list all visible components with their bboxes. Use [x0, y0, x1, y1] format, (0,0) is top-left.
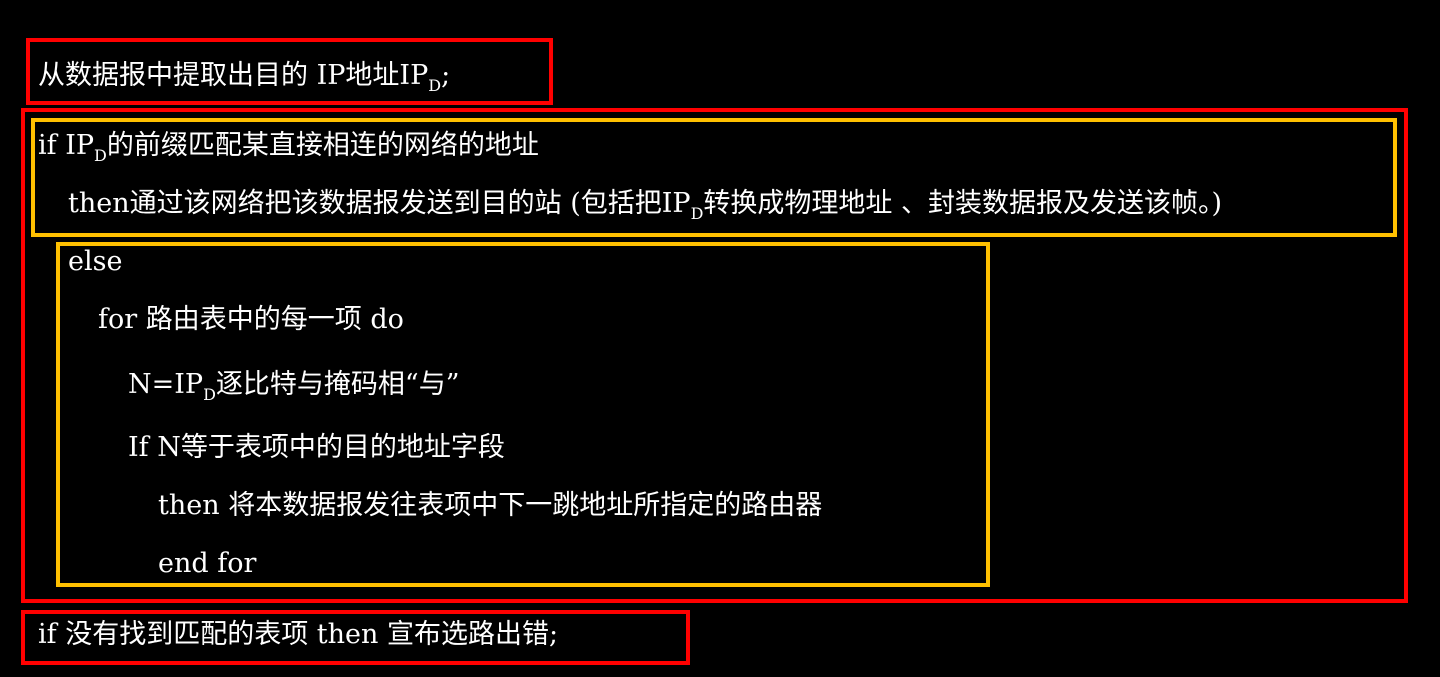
direct-then-rest: 转换成物理地址 、封装数据报及发送该帧。)	[703, 188, 1223, 219]
match-if-line: If N等于表项中的目的地址字段	[128, 432, 505, 463]
forward-then-line: then 将本数据报发往表项中下一跳地址所指定的路由器	[158, 490, 823, 521]
direct-if-condition: 的前缀匹配某直接相连的网络的地址	[106, 130, 539, 161]
for-loop-line: for 路由表中的每一项 do	[98, 304, 404, 335]
semicolon: ;	[441, 60, 451, 91]
extract-destination-text: 从数据报中提取出目的 IP地址IP	[38, 60, 429, 91]
no-match-line: if 没有找到匹配的表项 then 宣布选路出错;	[38, 619, 559, 650]
direct-then-line: then通过该网络把该数据报发送到目的站 (包括把IPD转换成物理地址 、封装数…	[68, 188, 1222, 223]
end-for-line: end for	[158, 548, 257, 579]
subscript-d: D	[690, 204, 704, 223]
else-line: else	[68, 246, 123, 277]
direct-if-keyword: if IP	[38, 130, 95, 161]
direct-then-text: then通过该网络把该数据报发送到目的站 (包括把IP	[68, 188, 691, 219]
subscript-d: D	[428, 76, 442, 95]
direct-if-line: if IPD的前缀匹配某直接相连的网络的地址	[38, 130, 539, 165]
routing-table-lookup-box	[56, 242, 990, 587]
mask-and-prefix: N=IP	[128, 369, 204, 400]
subscript-d: D	[203, 385, 216, 404]
extract-destination-line: 从数据报中提取出目的 IP地址IPD;	[38, 60, 450, 95]
mask-and-line: N=IPD逐比特与掩码相“与”	[128, 369, 460, 404]
mask-and-rest: 逐比特与掩码相“与”	[215, 369, 460, 400]
subscript-d: D	[94, 146, 107, 165]
